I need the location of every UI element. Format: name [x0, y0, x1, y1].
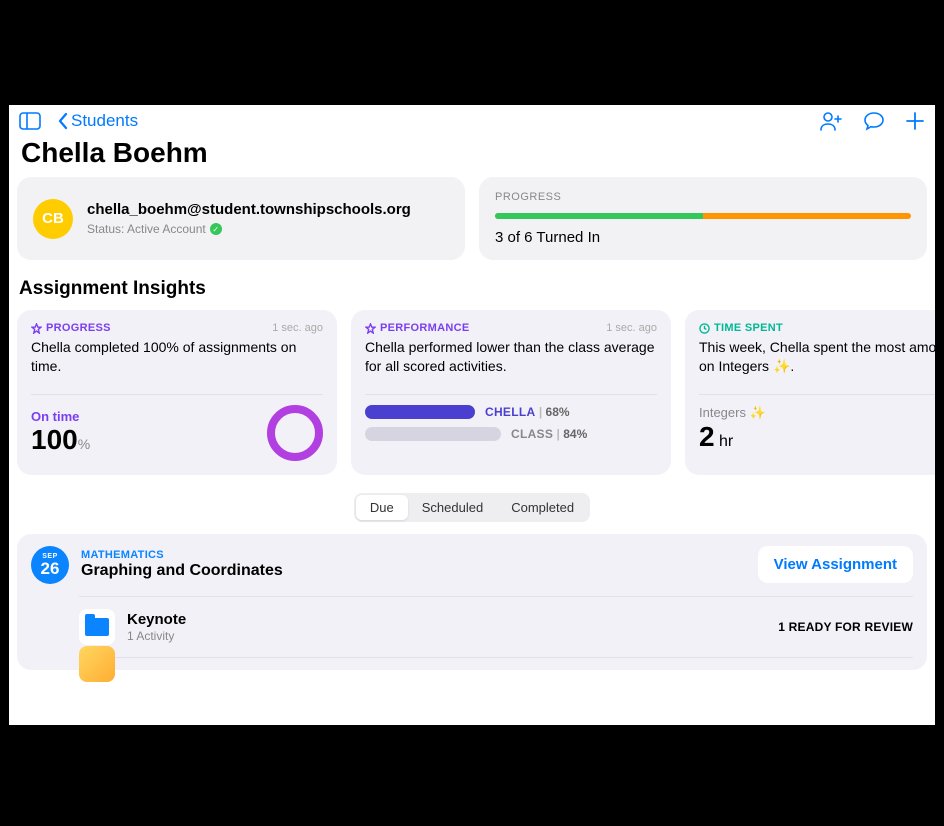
insight-progress-label: PROGRESS: [31, 322, 111, 334]
page-title: Chella Boehm: [9, 137, 935, 177]
performance-bars: CHELLA | 68% CLASS | 84%: [365, 405, 657, 449]
back-label: Students: [71, 111, 138, 131]
chat-icon[interactable]: [863, 111, 885, 131]
metric-label: On time: [31, 409, 90, 424]
tab-due[interactable]: Due: [356, 495, 408, 520]
timespent-row-label: Integers ✨: [699, 405, 935, 421]
app-icon: [79, 646, 115, 682]
progress-fill: [495, 213, 703, 219]
insight-performance[interactable]: PERFORMANCE 1 sec. ago Chella performed …: [351, 310, 671, 475]
student-card: CB chella_boehm@student.townshipschools.…: [17, 177, 465, 260]
student-bar: [365, 405, 475, 419]
progress-label: PROGRESS: [495, 191, 911, 203]
progress-text: 3 of 6 Turned In: [495, 229, 911, 246]
add-person-icon[interactable]: [819, 111, 843, 131]
progress-card: PROGRESS 3 of 6 Turned In: [479, 177, 927, 260]
activity-row[interactable]: Keynote 1 Activity 1 READY FOR REVIEW: [79, 596, 913, 657]
insight-performance-body: Chella performed lower than the class av…: [365, 338, 657, 376]
ready-badge: 1 READY FOR REVIEW: [778, 620, 913, 634]
assignment-name: Graphing and Coordinates: [81, 562, 283, 580]
metric-value: 100: [31, 424, 78, 455]
assignment-filter-tabs: Due Scheduled Completed: [354, 493, 590, 522]
verified-icon: ✓: [210, 223, 222, 235]
assignment-subject: MATHEMATICS: [81, 549, 283, 561]
top-bar: Students: [9, 105, 935, 137]
insight-progress[interactable]: PROGRESS 1 sec. ago Chella completed 100…: [17, 310, 337, 475]
student-status: Status: Active Account ✓: [87, 222, 411, 236]
add-icon[interactable]: [905, 111, 925, 131]
insight-timespent-body: This week, Chella spent the most amount …: [699, 338, 935, 376]
insight-progress-ago: 1 sec. ago: [272, 322, 323, 334]
insight-timespent[interactable]: TIME SPENT 1 This week, Chella spent the…: [685, 310, 935, 475]
assignment-card: SEP 26 MATHEMATICS Graphing and Coordina…: [17, 534, 927, 670]
student-email: chella_boehm@student.townshipschools.org: [87, 201, 411, 218]
insight-timespent-label: TIME SPENT: [699, 322, 783, 334]
activity-subtitle: 1 Activity: [127, 629, 186, 643]
insights-row: PROGRESS 1 sec. ago Chella completed 100…: [9, 310, 935, 475]
insight-performance-ago: 1 sec. ago: [606, 322, 657, 334]
class-bar: [365, 427, 501, 441]
activity-row[interactable]: [79, 657, 913, 670]
view-assignment-button[interactable]: View Assignment: [758, 546, 913, 583]
folder-icon: [79, 609, 115, 645]
donut-chart-icon: [267, 405, 323, 461]
avatar: CB: [33, 199, 73, 239]
date-badge: SEP 26: [31, 546, 69, 584]
timespent-value: 2: [699, 421, 715, 452]
tab-completed[interactable]: Completed: [497, 495, 588, 520]
sidebar-toggle-icon[interactable]: [19, 112, 41, 130]
tab-scheduled[interactable]: Scheduled: [408, 495, 497, 520]
insight-performance-label: PERFORMANCE: [365, 322, 469, 334]
back-button[interactable]: Students: [57, 111, 138, 131]
insights-heading: Assignment Insights: [9, 260, 935, 310]
progress-bar: [495, 213, 911, 219]
activity-title: Keynote: [127, 611, 186, 628]
insight-progress-body: Chella completed 100% of assignments on …: [31, 338, 323, 376]
